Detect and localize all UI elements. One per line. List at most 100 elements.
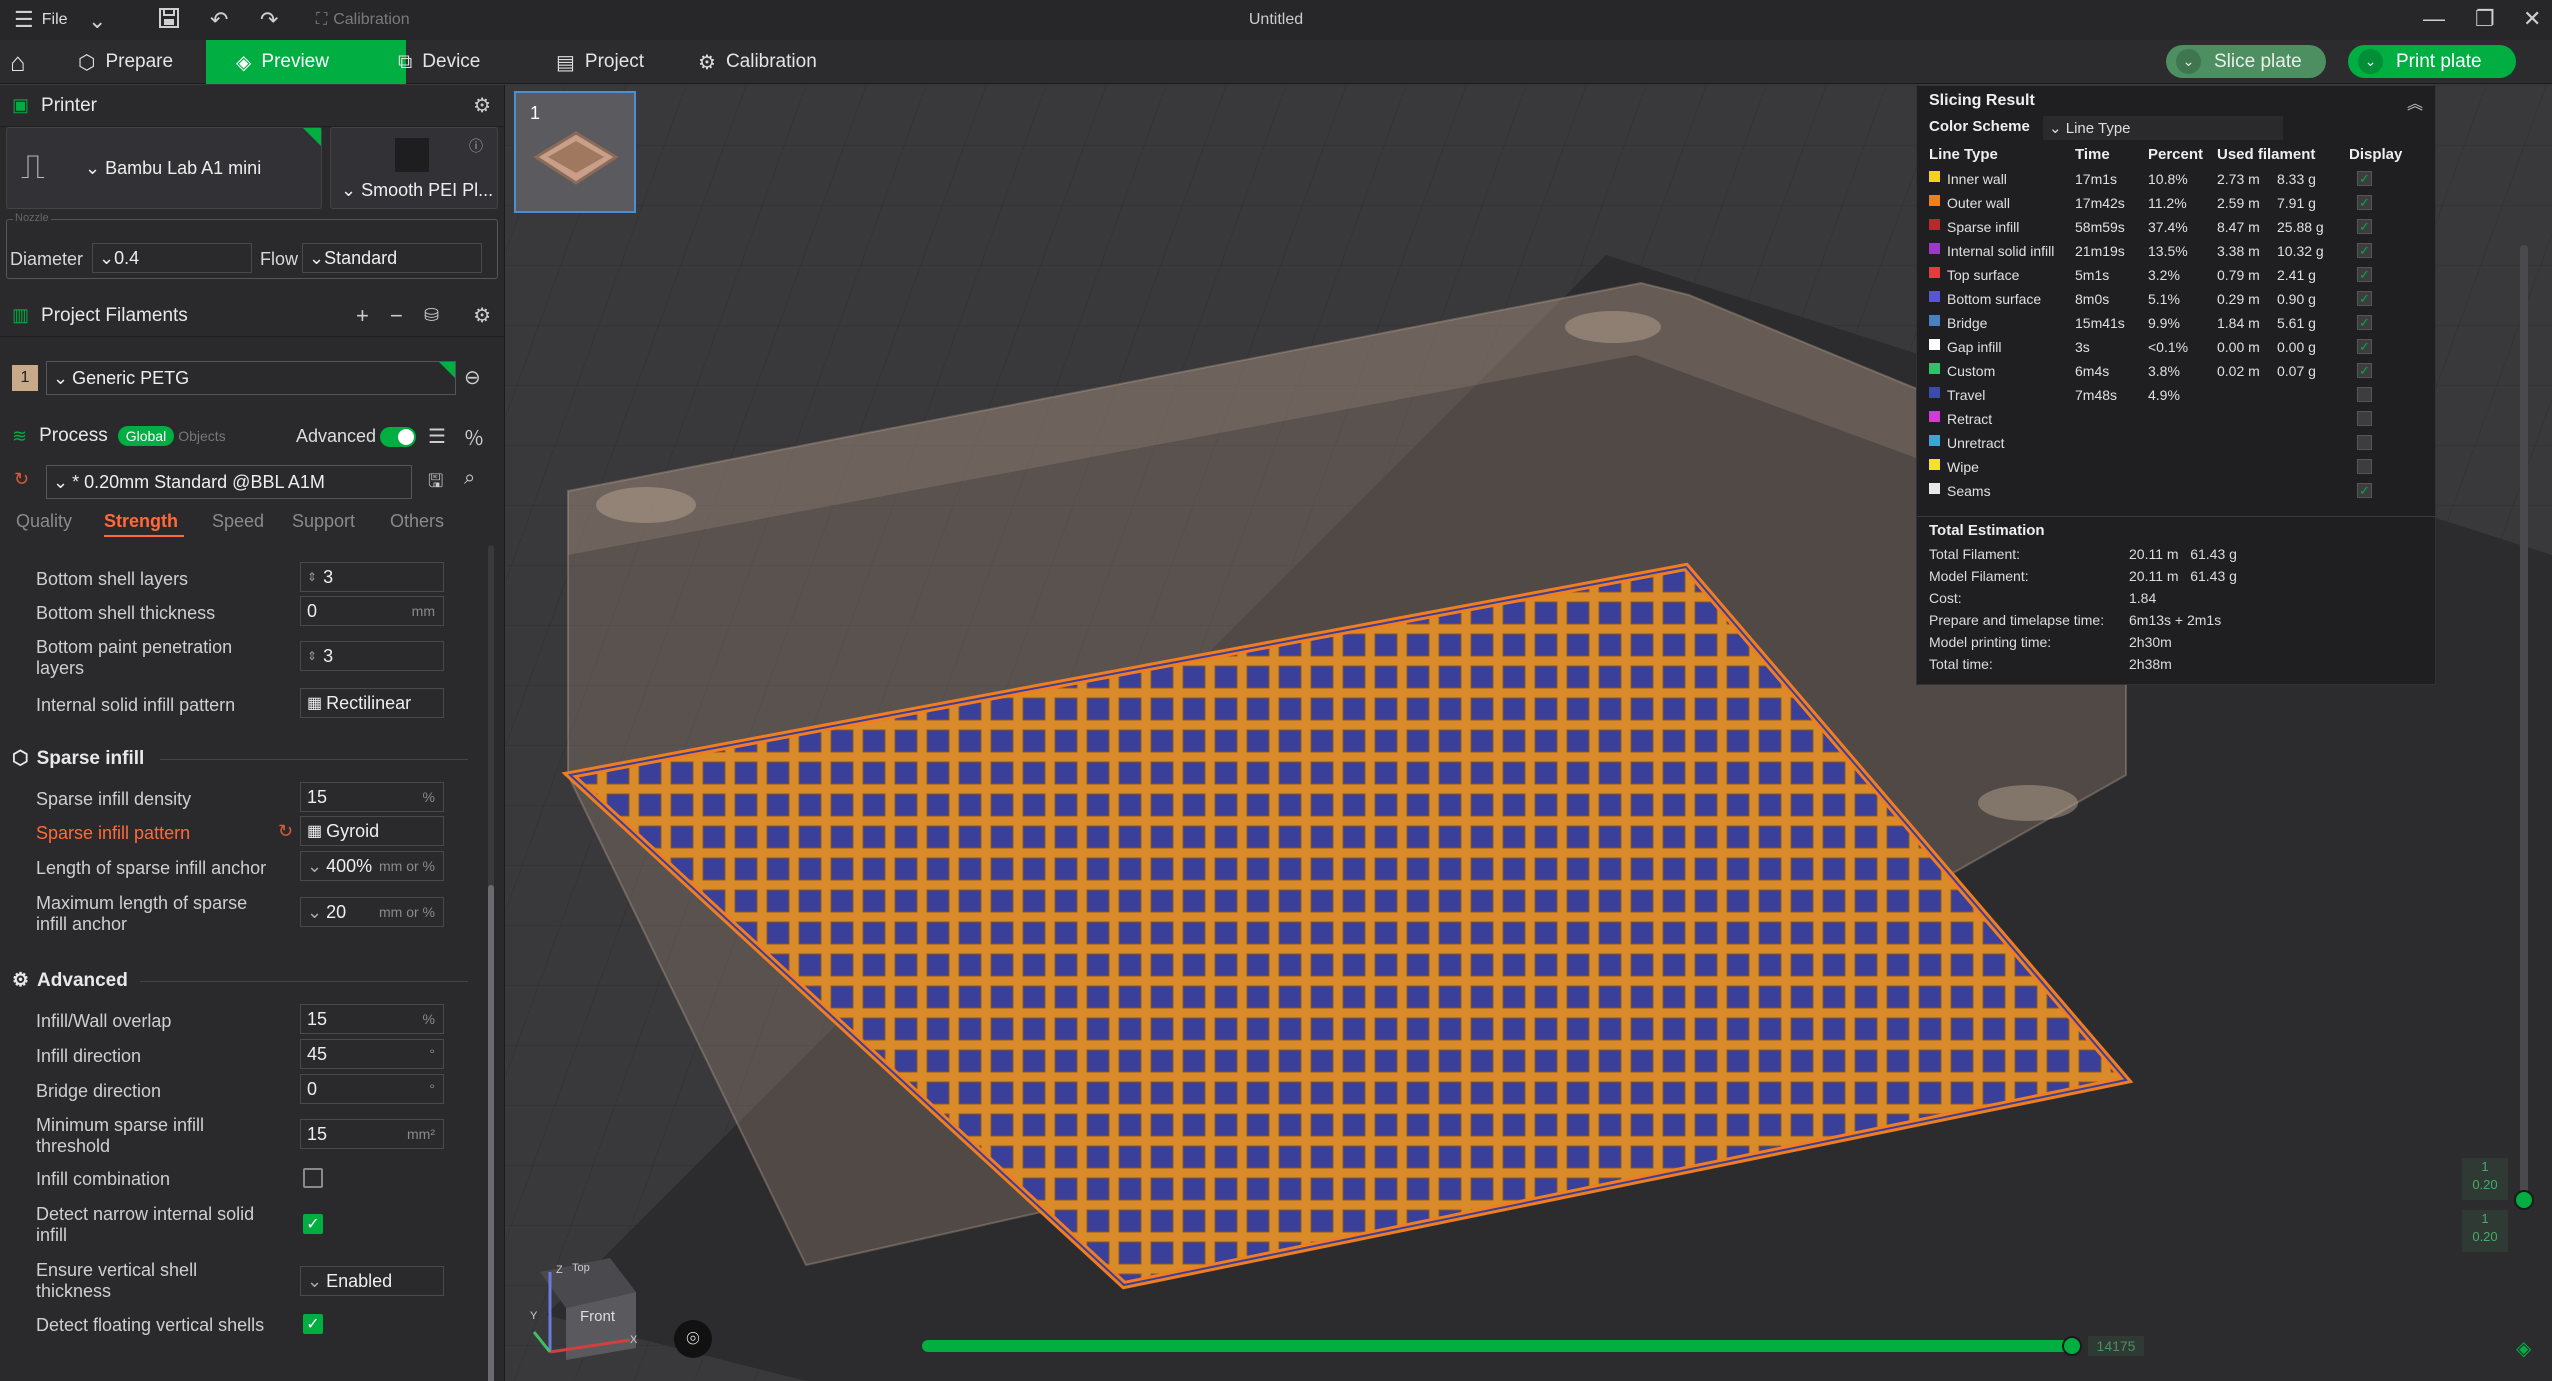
save-icon[interactable]: [158, 7, 180, 29]
layer-slider-track[interactable]: [2520, 245, 2528, 1205]
save-preset-icon[interactable]: 🖫: [428, 469, 443, 499]
chevron-down-icon[interactable]: ⌄: [88, 8, 106, 34]
display-checkbox[interactable]: ✓: [2357, 483, 2372, 498]
color-scheme-select[interactable]: ⌄ Line Type: [2043, 116, 2283, 140]
layer-slider-thumb[interactable]: [2514, 1190, 2534, 1210]
tab-preview[interactable]: ◈ Preview: [206, 40, 406, 84]
tab-calibration[interactable]: ⚙ Calibration: [698, 40, 817, 84]
tab-quality[interactable]: Quality: [16, 511, 72, 532]
display-checkbox[interactable]: ✓: [2357, 219, 2372, 234]
orientation-cube[interactable]: Z Top Front Y X: [530, 1252, 640, 1362]
chevron-down-icon[interactable]: ⌄: [307, 856, 322, 877]
print-plate-button[interactable]: ⌄ Print plate: [2348, 45, 2516, 78]
anchor-length-input[interactable]: ⌄ 400% mm or %: [300, 851, 444, 881]
infill-combination-checkbox[interactable]: [303, 1168, 323, 1188]
compare-icon[interactable]: ％: [464, 422, 484, 451]
process-preset-select[interactable]: ⌄ * 0.20mm Standard @BBL A1M: [46, 465, 412, 499]
anchor-max-input[interactable]: ⌄ 20 mm or %: [300, 897, 444, 927]
reset-icon[interactable]: ↻: [278, 821, 293, 842]
collapse-icon[interactable]: ︽: [2407, 90, 2423, 114]
bottom-shell-layers-input[interactable]: ⇕ 3: [300, 562, 444, 592]
list-icon[interactable]: ☰: [428, 424, 446, 449]
line-type-swatch: [1929, 171, 1940, 182]
display-checkbox[interactable]: ✓: [2357, 243, 2372, 258]
layer-top-label: 1 0.20: [2462, 1158, 2508, 1200]
display-checkbox[interactable]: [2357, 459, 2372, 474]
chevron-down-icon[interactable]: ⌄: [2176, 49, 2201, 74]
undo-icon[interactable]: ↶: [210, 7, 228, 33]
internal-solid-pattern-select[interactable]: ▦ Rectilinear: [300, 688, 444, 718]
printer-selector[interactable]: ⎍ ⌄ Bambu Lab A1 mini: [6, 127, 322, 209]
min-sparse-input[interactable]: 15 mm²: [300, 1119, 444, 1149]
infill-direction-input[interactable]: 45 °: [300, 1039, 444, 1069]
wall-overlap-input[interactable]: 15%: [300, 1004, 444, 1034]
objects-toggle[interactable]: Objects: [178, 428, 225, 444]
gear-icon[interactable]: ⚙: [473, 303, 491, 328]
tab-strength[interactable]: Strength: [104, 511, 178, 532]
calibration-menu[interactable]: ⛶ Calibration: [316, 0, 410, 40]
sync-icon[interactable]: ⛁: [424, 305, 439, 326]
display-checkbox[interactable]: ✓: [2357, 195, 2372, 210]
display-checkbox[interactable]: [2357, 435, 2372, 450]
redo-icon[interactable]: ↷: [260, 7, 278, 33]
print-plate-label: Print plate: [2396, 50, 2482, 72]
minimize-icon[interactable]: —: [2423, 6, 2445, 32]
bottom-paint-input[interactable]: ⇕ 3: [300, 641, 444, 671]
info-icon[interactable]: ⓘ: [469, 136, 483, 156]
remove-icon[interactable]: −: [390, 303, 403, 329]
close-icon[interactable]: ✕: [2523, 6, 2541, 32]
diameter-select[interactable]: ⌄ 0.4: [92, 243, 252, 273]
filament-options-icon[interactable]: ⊖: [464, 365, 481, 390]
sparse-pattern-select[interactable]: ▦ Gyroid: [300, 816, 444, 846]
narrow-internal-checkbox[interactable]: ✓: [303, 1214, 323, 1234]
display-checkbox[interactable]: ✓: [2357, 291, 2372, 306]
spinner-icon[interactable]: ⇕: [307, 649, 317, 663]
add-icon[interactable]: +: [356, 303, 369, 329]
infill-direction-label: Infill direction: [36, 1046, 142, 1066]
search-icon[interactable]: ⌕: [464, 467, 475, 490]
display-checkbox[interactable]: ✓: [2357, 339, 2372, 354]
display-checkbox[interactable]: [2357, 411, 2372, 426]
move-slider-track[interactable]: [922, 1340, 2072, 1352]
bridge-direction-input[interactable]: 0 °: [300, 1074, 444, 1104]
display-checkbox[interactable]: ✓: [2357, 363, 2372, 378]
filament-select[interactable]: ⌄ Generic PETG: [46, 361, 456, 395]
advanced-toggle[interactable]: [380, 427, 416, 447]
camera-reset-icon[interactable]: ⌾: [674, 1320, 712, 1358]
display-checkbox[interactable]: ✓: [2357, 315, 2372, 330]
sidebar-scrollbar[interactable]: [488, 545, 494, 1381]
slice-plate-button[interactable]: ⌄ Slice plate: [2166, 45, 2326, 78]
display-checkbox[interactable]: [2357, 387, 2372, 402]
floating-shells-checkbox[interactable]: ✓: [303, 1314, 323, 1334]
display-checkbox[interactable]: ✓: [2357, 171, 2372, 186]
plate-selector[interactable]: ⓘ ⌄ Smooth PEI Pl...: [330, 127, 498, 209]
plate-thumbnail[interactable]: 1: [514, 91, 636, 213]
sparse-density-input[interactable]: 15%: [300, 782, 444, 812]
chevron-down-icon[interactable]: ⌄: [307, 1271, 322, 1292]
bottom-shell-thickness-input[interactable]: 0 mm: [300, 596, 444, 626]
layers-icon[interactable]: ◈: [2516, 1336, 2531, 1361]
chevron-down-icon[interactable]: ⌄: [2358, 49, 2383, 74]
flow-select[interactable]: ⌄ Standard: [302, 243, 482, 273]
global-toggle[interactable]: Global: [117, 426, 175, 446]
reset-icon[interactable]: ↻: [14, 469, 29, 490]
chevron-down-icon[interactable]: ⌄: [307, 902, 322, 923]
home-icon[interactable]: ⌂: [10, 40, 26, 84]
line-type-length: 0.29 m: [2217, 291, 2260, 307]
tab-project[interactable]: ▤ Project: [556, 40, 644, 84]
tab-prepare[interactable]: ⬡ Prepare: [78, 40, 173, 84]
tab-support[interactable]: Support: [292, 511, 355, 532]
tab-speed[interactable]: Speed: [212, 511, 264, 532]
tab-others[interactable]: Others: [390, 511, 444, 532]
file-menu[interactable]: ☰ File: [14, 0, 68, 40]
plate-type: ⌄ Smooth PEI Pl...: [341, 180, 494, 200]
gear-icon[interactable]: ⚙: [473, 93, 491, 118]
vertical-shell-select[interactable]: ⌄ Enabled: [300, 1266, 444, 1296]
hamburger-icon: ☰: [14, 7, 34, 32]
move-slider-thumb[interactable]: [2062, 1336, 2082, 1356]
restore-icon[interactable]: ❐: [2475, 6, 2495, 32]
tab-device[interactable]: ⧉ Device: [398, 40, 480, 84]
display-checkbox[interactable]: ✓: [2357, 267, 2372, 282]
filament-index[interactable]: 1: [12, 365, 38, 391]
spinner-icon[interactable]: ⇕: [307, 570, 317, 584]
